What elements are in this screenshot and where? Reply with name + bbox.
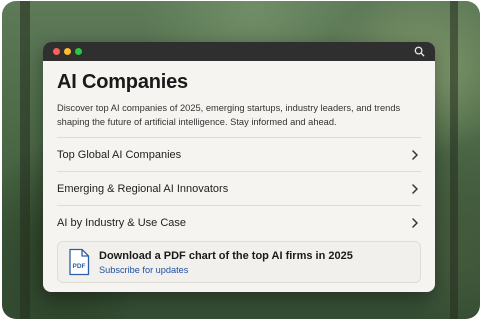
search-icon[interactable] xyxy=(414,46,425,57)
chevron-right-icon xyxy=(412,149,418,160)
tree-trunk xyxy=(450,1,458,319)
list-item-industry-use-case[interactable]: AI by Industry & Use Case xyxy=(57,205,421,239)
category-list: Top Global AI Companies Emerging & Regio… xyxy=(57,137,421,239)
list-item-label: AI by Industry & Use Case xyxy=(57,216,186,229)
main-content: AI Companies Discover top AI companies o… xyxy=(43,61,435,283)
browser-window: AI Companies Discover top AI companies o… xyxy=(43,42,435,292)
list-item-top-global[interactable]: Top Global AI Companies xyxy=(57,137,421,171)
subscribe-link[interactable]: Subscribe for updates xyxy=(99,265,353,275)
maximize-window-button[interactable] xyxy=(75,48,82,55)
pdf-download-card[interactable]: PDF Download a PDF chart of the top AI f… xyxy=(57,241,421,283)
background-photo: AI Companies Discover top AI companies o… xyxy=(2,1,480,319)
chevron-right-icon xyxy=(412,217,418,228)
title-bar xyxy=(43,42,435,61)
page-description: Discover top AI companies of 2025, emerg… xyxy=(57,103,401,127)
list-item-label: Emerging & Regional AI Innovators xyxy=(57,182,229,195)
tree-trunk xyxy=(20,1,30,319)
chevron-right-icon xyxy=(412,183,418,194)
pdf-card-title: Download a PDF chart of the top AI firms… xyxy=(99,249,353,262)
page-title: AI Companies xyxy=(57,71,188,93)
pdf-file-icon: PDF xyxy=(69,248,90,276)
pdf-card-text: Download a PDF chart of the top AI firms… xyxy=(99,250,353,275)
pdf-icon-label: PDF xyxy=(73,263,86,270)
close-window-button[interactable] xyxy=(53,48,60,55)
minimize-window-button[interactable] xyxy=(64,48,71,55)
list-item-emerging-regional[interactable]: Emerging & Regional AI Innovators xyxy=(57,171,421,205)
list-item-label: Top Global AI Companies xyxy=(57,148,182,161)
